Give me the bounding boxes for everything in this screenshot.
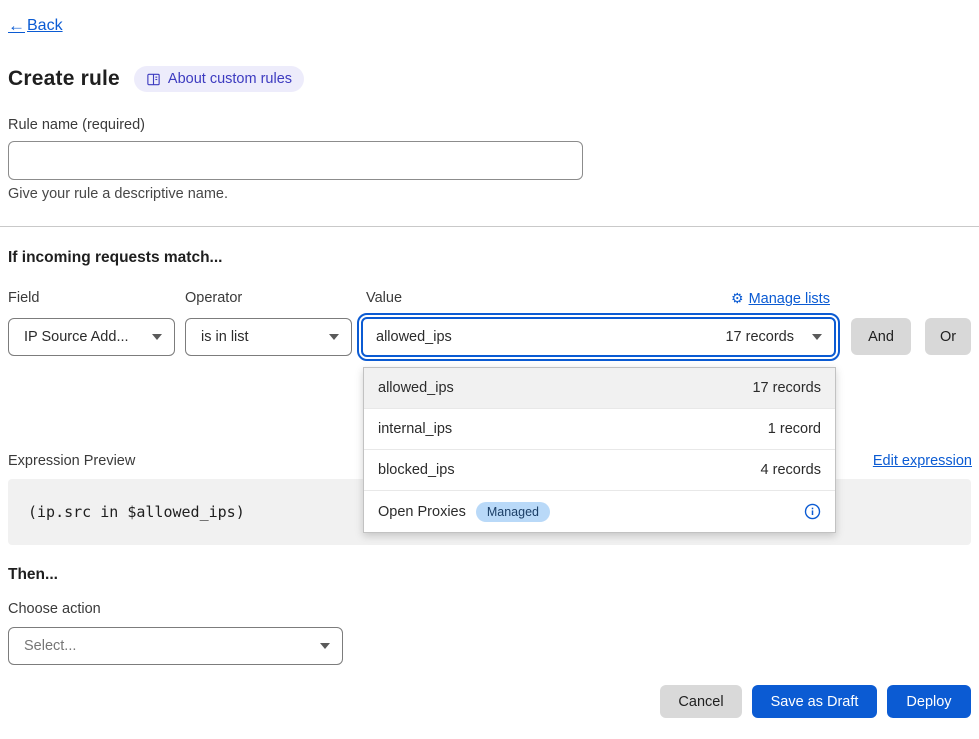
choose-action-label: Choose action — [8, 601, 101, 617]
list-option-internal-ips[interactable]: internal_ips 1 record — [364, 409, 835, 450]
gear-icon: ⚙ — [731, 290, 744, 307]
chevron-down-icon — [152, 334, 162, 340]
back-link[interactable]: ←Back — [8, 16, 63, 36]
cancel-button[interactable]: Cancel — [660, 685, 742, 718]
expression-preview-label: Expression Preview — [8, 453, 135, 469]
value-combobox-focus-ring: allowed_ips 17 records — [357, 313, 840, 361]
title-row: Create rule About custom rules — [8, 66, 304, 92]
chevron-down-icon — [329, 334, 339, 340]
list-option-name: internal_ips — [378, 421, 452, 437]
list-dropdown-panel: allowed_ips 17 records internal_ips 1 re… — [363, 367, 836, 533]
about-badge-label: About custom rules — [168, 71, 292, 87]
operator-select-value: is in list — [201, 329, 249, 345]
rule-name-helper: Give your rule a descriptive name. — [8, 186, 228, 202]
page-title: Create rule — [8, 67, 120, 91]
book-icon — [146, 72, 161, 87]
list-option-name: Open Proxies — [378, 504, 466, 520]
list-option-records: 17 records — [752, 380, 821, 396]
value-label: Value — [366, 290, 402, 306]
section-divider — [0, 226, 979, 227]
deploy-button[interactable]: Deploy — [887, 685, 971, 718]
back-label: Back — [27, 17, 63, 35]
field-select[interactable]: IP Source Add... — [8, 318, 175, 356]
and-button[interactable]: And — [851, 318, 911, 355]
list-option-records: 4 records — [761, 462, 821, 478]
operator-label: Operator — [185, 290, 242, 306]
value-selected-records: 17 records — [725, 329, 794, 345]
then-section-heading: Then... — [8, 566, 58, 584]
list-option-records: 1 record — [768, 421, 821, 437]
edit-expression-link[interactable]: Edit expression — [873, 453, 972, 469]
chevron-down-icon — [320, 643, 330, 649]
list-option-open-proxies[interactable]: Open Proxies Managed — [364, 491, 835, 532]
manage-lists-link[interactable]: Manage lists — [749, 291, 830, 307]
field-label: Field — [8, 290, 39, 306]
action-select-placeholder: Select... — [24, 638, 76, 654]
rule-name-label: Rule name (required) — [8, 117, 145, 133]
create-rule-page: ←Back Create rule About custom rules Rul… — [0, 0, 979, 739]
managed-badge: Managed — [476, 502, 550, 522]
list-option-name: blocked_ips — [378, 462, 455, 478]
value-selected-name: allowed_ips — [376, 329, 452, 345]
field-select-value: IP Source Add... — [24, 329, 129, 345]
list-option-allowed-ips[interactable]: allowed_ips 17 records — [364, 368, 835, 409]
value-combobox[interactable]: allowed_ips 17 records — [361, 317, 836, 357]
info-icon[interactable] — [804, 503, 821, 520]
about-custom-rules-link[interactable]: About custom rules — [134, 66, 304, 92]
chevron-down-icon — [812, 334, 822, 340]
list-option-blocked-ips[interactable]: blocked_ips 4 records — [364, 450, 835, 491]
action-select[interactable]: Select... — [8, 627, 343, 665]
match-section-heading: If incoming requests match... — [8, 249, 222, 267]
expression-code: (ip.src in $allowed_ips) — [28, 503, 245, 521]
rule-name-input[interactable] — [8, 141, 583, 180]
back-arrow-icon: ← — [8, 16, 25, 36]
or-button[interactable]: Or — [925, 318, 971, 355]
operator-select[interactable]: is in list — [185, 318, 352, 356]
list-option-name: allowed_ips — [378, 380, 454, 396]
manage-lists: ⚙ Manage lists — [731, 290, 830, 307]
save-as-draft-button[interactable]: Save as Draft — [752, 685, 877, 718]
